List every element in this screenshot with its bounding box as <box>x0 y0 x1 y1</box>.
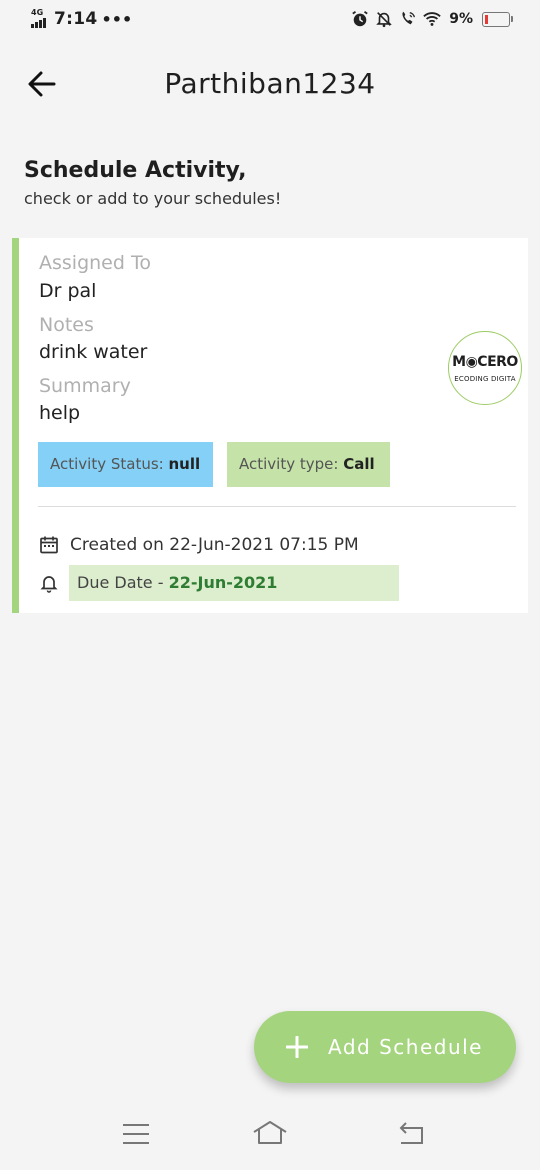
add-schedule-label: Add Schedule <box>328 1035 483 1059</box>
alarm-icon <box>352 11 368 27</box>
section-title: Schedule Activity, <box>24 158 247 183</box>
summary-label: Summary <box>39 375 131 397</box>
notes-value: drink water <box>39 341 148 363</box>
bell-off-icon <box>376 12 393 28</box>
activity-status-label: Activity Status: <box>50 455 164 473</box>
home-button[interactable] <box>250 1116 290 1152</box>
activity-status-value: null <box>168 455 201 473</box>
due-date-badge: Due Date - 22-Jun-2021 <box>69 565 399 601</box>
assigned-to-label: Assigned To <box>39 252 151 274</box>
activity-type-value: Call <box>343 455 375 473</box>
app-header: Parthiban1234 <box>0 56 540 112</box>
logo-tagline: ECODING DIGITA <box>454 375 516 383</box>
battery-percent: 9% <box>449 11 473 27</box>
calendar-icon <box>40 536 58 554</box>
due-date-label: Due Date - <box>77 573 169 592</box>
battery-icon <box>482 11 513 27</box>
back-nav-button[interactable] <box>392 1116 432 1152</box>
more-notifications: ••• <box>101 9 133 29</box>
wifi-call-icon <box>402 11 416 25</box>
activity-type-badge: Activity type: Call <box>227 442 390 487</box>
plus-icon <box>286 1036 308 1058</box>
divider <box>38 506 516 507</box>
activity-status-badge: Activity Status: null <box>38 442 213 487</box>
menu-button[interactable] <box>116 1116 156 1152</box>
activity-type-label: Activity type: <box>239 455 339 473</box>
system-nav-bar <box>0 1098 540 1170</box>
home-icon <box>253 1121 287 1144</box>
add-schedule-button[interactable]: Add Schedule <box>254 1011 516 1083</box>
back-icon <box>399 1122 423 1144</box>
schedule-card[interactable]: Assigned To Dr pal Notes drink water Sum… <box>12 238 528 613</box>
assigned-to-value: Dr pal <box>39 280 97 302</box>
company-logo: M◉CERO ECODING DIGITA <box>448 331 522 405</box>
status-bar: 4G 7:14 ••• 9% <box>0 0 540 42</box>
due-row <box>39 573 59 593</box>
clock: 7:14 <box>54 9 98 29</box>
notes-label: Notes <box>39 314 94 336</box>
bell-icon <box>40 576 58 593</box>
logo-text: M◉CERO <box>452 354 518 370</box>
created-on-text: Created on 22-Jun-2021 07:15 PM <box>70 535 359 555</box>
page-title: Parthiban1234 <box>164 67 376 100</box>
menu-icon <box>123 1124 149 1144</box>
signal-icon: 4G <box>30 9 50 29</box>
section-subtitle: check or add to your schedules! <box>24 189 282 208</box>
wifi-icon <box>423 12 441 26</box>
due-date-value: 22-Jun-2021 <box>168 573 278 592</box>
summary-value: help <box>39 402 81 424</box>
status-right: 9% <box>351 10 513 28</box>
created-row: Created on 22-Jun-2021 07:15 PM <box>39 535 359 555</box>
status-left: 4G 7:14 ••• <box>30 9 132 29</box>
network-type: 4G <box>31 8 44 17</box>
